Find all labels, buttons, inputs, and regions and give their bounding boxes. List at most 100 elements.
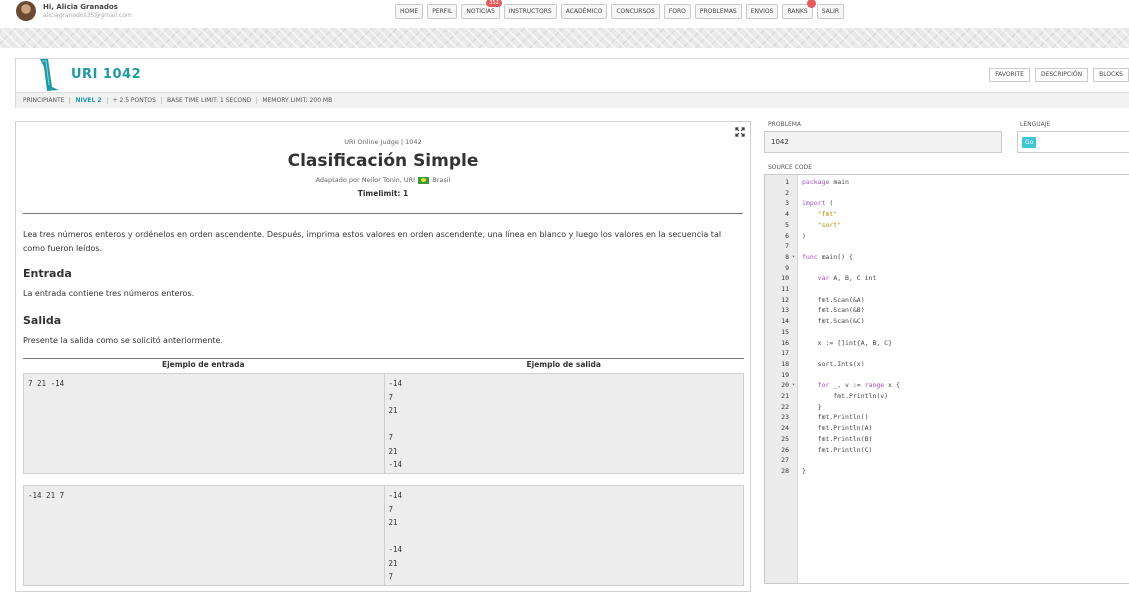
line-number: 15 [781,327,789,336]
top-bar: Hi, Alicia Granados aliciagranados35@gma… [0,0,1129,26]
line-number: 2 [785,188,789,197]
code-line: 23 fmt.Println() [765,412,1129,423]
blocks-button[interactable]: BLOCKS [1093,68,1129,82]
code-text: fmt.Println(v) [802,392,889,400]
problem-statement: URI Online Judge | 1042 Clasificación Si… [15,121,751,592]
example-1-input: 7 21 -14 [28,379,65,388]
nav-instructors[interactable]: INSTRUCTORS [503,4,557,19]
code-line: 28} [765,466,1129,477]
code-line: 24 fmt.Println(A) [765,423,1129,434]
code-text: fmt.Scan(&C) [802,317,865,326]
code-text: func main() { [802,252,853,261]
nav-salir[interactable]: SALIR [816,4,845,19]
problem-id: URI 1042 [71,67,142,82]
line-number: 20 [781,381,789,390]
code-line: 1 package main [765,177,1129,188]
line-number: 28 [781,466,789,475]
nav-foro[interactable]: FORO [663,4,691,19]
adapted-prefix: Adaptado por Neilor Tonin, URI [315,176,416,184]
brazil-flag-icon [418,176,430,184]
code-text: x := []int{A, B, C} [802,338,893,347]
code-text: var A, B, C int [817,274,877,283]
nav-concursos[interactable]: CONCURSOS [611,4,660,19]
code-line: 9 [765,263,1129,274]
code-line: 14 fmt.Scan(&C) [765,316,1129,327]
line-number: 19 [781,370,789,379]
nav-home[interactable]: HOME [395,4,424,19]
nav-ranks-label: RANKS [787,8,808,15]
line-number: 7 [785,242,789,251]
line-number: 21 [781,392,789,400]
example-1-output: -14 7 21 7 21 -14 [383,374,744,473]
example-2-input: -14 21 7 [28,491,65,500]
code-editor[interactable]: 1 package main 2 3 import (4 "fmt" 5 "sort" 6)… [764,174,1129,584]
ranks-notification-dot [806,0,816,8]
code-line: 2 [765,188,1129,199]
code-text: fmt.Scan(&B) [802,306,865,315]
problem-label: PROBLEMA [768,121,802,128]
fold-arrow-icon[interactable]: ▾ [792,252,795,263]
problem-actions: FAVORITE DESCRIPCIÓN BLOCKS [989,68,1129,82]
meta-level: NIVEL 2 [70,97,108,104]
adapted-country: Brasil [432,176,451,184]
favorite-button[interactable]: FAVORITE [989,68,1030,82]
problem-header: URI 1042 FAVORITE DESCRIPCIÓN BLOCKS PRI… [15,58,1129,108]
code-line: 19 [765,370,1129,381]
line-number: 4 [785,210,789,219]
line-number: 5 [785,220,789,229]
nav-perfil[interactable]: PERFIL [427,4,458,19]
uri-logo-icon [40,59,59,91]
language-select[interactable]: Go [1017,131,1129,153]
nav-noticias[interactable]: NOTICIAS 352 [461,0,502,19]
judge-line: URI Online Judge | 1042 [344,138,422,146]
code-line: 16 x := []int{A, B, C} [765,338,1129,349]
fold-arrow-icon[interactable]: ▾ [792,380,795,391]
code-text: "fmt" [817,210,838,219]
nav-envios[interactable]: ENVIOS [745,4,779,19]
line-number: 3 [785,199,789,208]
code-line: 8 ▾ func main() { [765,252,1129,263]
code-text: import ( [802,199,834,208]
input-title: Entrada [23,267,72,280]
line-number: 13 [781,306,789,315]
code-text: fmt.Scan(&A) [802,295,865,304]
expand-icon[interactable] [735,127,745,137]
code-text: for _, v := range x { [817,381,900,390]
avatar[interactable] [16,1,36,21]
line-number: 17 [781,349,789,358]
code-line: 11 [765,284,1129,295]
description-button[interactable]: DESCRIPCIÓN [1034,68,1089,82]
code-line: 10 var A, B, C int [765,273,1129,284]
code-text: } [802,402,822,411]
line-number: 1 [785,178,789,186]
code-text: package main [802,178,849,186]
nav-problemas[interactable]: PROBLEMAS [694,4,742,19]
nav-ranks[interactable]: RANKS [782,0,816,19]
line-number: 22 [781,402,789,411]
nav-academico[interactable]: ACADÉMICO [560,4,608,19]
code-text: fmt.Println(B) [802,434,873,443]
code-line: 26 fmt.Println(C) [765,445,1129,456]
code-text: fmt.Println(A) [802,424,873,433]
code-line: 4 "fmt" [765,209,1129,220]
code-text: fmt.Println(C) [802,445,873,454]
main-nav: HOME PERFIL NOTICIAS 352 INSTRUCTORS ACAD… [395,0,845,20]
line-number: 10 [781,274,789,283]
code-line: 7 [765,241,1129,252]
code-line: 3 import ( [765,198,1129,209]
line-number: 12 [781,295,789,304]
code-line: 17 [765,348,1129,359]
example-1: 7 21 -14 -14 7 21 7 21 -14 [23,373,744,474]
output-title: Salida [23,314,62,327]
user-email: aliciagranados35@gmail.com [43,12,132,19]
code-line: 5 "sort" [765,220,1129,231]
code-text: ) [802,231,806,240]
problem-input[interactable]: 1042 [764,131,1002,153]
line-number: 23 [781,413,789,422]
line-number: 8 [785,252,789,261]
meta-memory-limit: MEMORY LIMIT: 200 MB [262,97,333,104]
problem-description: Lea tres números enteros y ordénelos en … [23,230,722,253]
code-line: 15 [765,327,1129,338]
meta-points: + 2.5 PONTOS [108,97,162,104]
decorative-band [0,28,1129,48]
